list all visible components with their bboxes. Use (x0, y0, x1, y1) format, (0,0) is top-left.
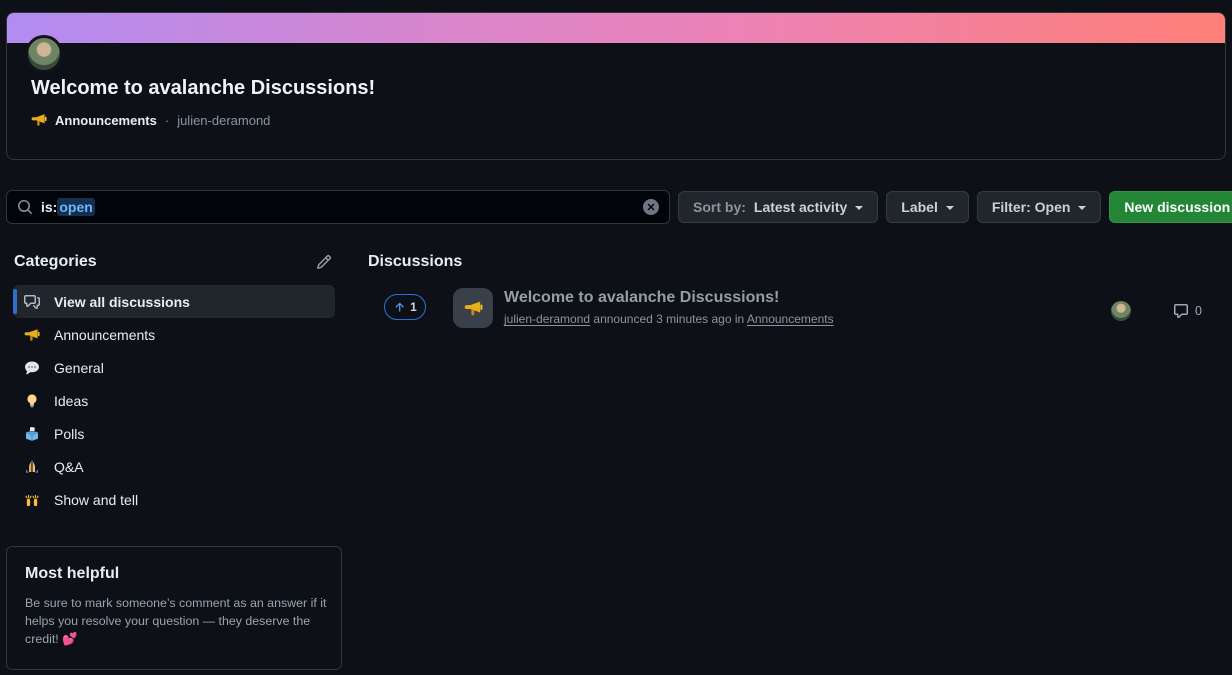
folded-hands-icon (23, 459, 41, 475)
sort-by-dropdown[interactable]: Sort by: Latest activity (678, 191, 878, 223)
comment-count[interactable]: 0 (1173, 303, 1202, 319)
edit-categories-button[interactable] (316, 254, 332, 270)
sidebar-item-label: View all discussions (54, 294, 190, 310)
categories-sidebar: Categories View all discussions Announce… (6, 248, 342, 516)
arrow-up-icon (393, 301, 406, 314)
comment-icon (1173, 303, 1189, 319)
sort-by-prefix: Sort by: (693, 199, 746, 215)
banner-meta: Announcements · julien-deramond (31, 112, 270, 128)
chevron-down-icon (855, 206, 863, 210)
upvote-count: 1 (410, 300, 417, 314)
sidebar-item-polls[interactable]: Polls (13, 417, 335, 450)
most-helpful-card: Most helpful Be sure to mark someone’s c… (6, 546, 342, 670)
sidebar-item-ideas[interactable]: Ideas (13, 384, 335, 417)
discussion-category-link[interactable]: Announcements (747, 312, 834, 326)
banner-gradient (7, 13, 1225, 43)
sidebar-item-announcements[interactable]: Announcements (13, 318, 335, 351)
discussions-page: Welcome to avalanche Discussions! Announ… (0, 0, 1232, 675)
chevron-down-icon (1078, 206, 1086, 210)
clear-search-button[interactable] (643, 199, 659, 215)
discussion-author-link[interactable]: julien-deramond (504, 312, 590, 326)
sidebar-item-label: Polls (54, 426, 84, 442)
ballot-box-icon (23, 426, 41, 442)
author-avatar[interactable] (25, 35, 63, 73)
discussion-text: Welcome to avalanche Discussions! julien… (504, 288, 834, 326)
discussion-meta-text: announced 3 minutes ago in (593, 312, 744, 326)
x-circle-icon (643, 199, 659, 215)
discussions-panel: Discussions 1 Welcome to avalanche Discu… (366, 248, 1226, 334)
categories-title: Categories (14, 253, 97, 271)
light-bulb-icon (23, 393, 41, 409)
sidebar-item-show-and-tell[interactable]: Show and tell (13, 483, 335, 516)
new-discussion-label: New discussion (1124, 199, 1230, 215)
comment-discussion-icon (23, 294, 41, 310)
megaphone-icon (23, 327, 41, 343)
sidebar-item-label: General (54, 360, 104, 376)
new-discussion-button[interactable]: New discussion (1109, 191, 1232, 223)
most-helpful-body: Be sure to mark someone’s comment as an … (25, 594, 327, 649)
discussion-meta: julien-deramond announced 3 minutes ago … (504, 312, 834, 326)
search-qualifier: is: (41, 199, 57, 215)
sidebar-item-label: Q&A (54, 459, 84, 475)
search-query-text: is:open (41, 198, 95, 216)
sidebar-item-label: Show and tell (54, 492, 138, 508)
separator-dot: · (165, 113, 169, 128)
sort-by-value: Latest activity (754, 199, 847, 215)
sidebar-item-label: Announcements (54, 327, 155, 343)
filter-button-text: Filter: Open (992, 199, 1071, 215)
welcome-banner-card: Welcome to avalanche Discussions! Announ… (6, 12, 1226, 160)
sidebar-item-label: Ideas (54, 393, 88, 409)
discussion-category-tile[interactable] (453, 288, 493, 328)
comment-count-value: 0 (1195, 304, 1202, 318)
participant-avatar[interactable] (1111, 301, 1131, 321)
sidebar-item-general[interactable]: General (13, 351, 335, 384)
filter-dropdown[interactable]: Filter: Open (977, 191, 1102, 223)
megaphone-icon (464, 299, 483, 318)
banner-author-link[interactable]: julien-deramond (177, 113, 270, 128)
chevron-down-icon (946, 206, 954, 210)
label-dropdown[interactable]: Label (886, 191, 969, 223)
search-token-open: open (57, 198, 94, 216)
search-icon (17, 199, 33, 215)
sidebar-item-qa[interactable]: Q&A (13, 450, 335, 483)
label-button-text: Label (901, 199, 938, 215)
search-input[interactable]: is:open (6, 190, 670, 224)
most-helpful-title: Most helpful (25, 565, 321, 583)
sidebar-item-view-all-discussions[interactable]: View all discussions (13, 285, 335, 318)
discussion-row-right: 0 (1111, 301, 1226, 321)
banner-category-label[interactable]: Announcements (55, 113, 157, 128)
discussion-title-link[interactable]: Welcome to avalanche Discussions! (504, 289, 834, 307)
categories-header: Categories (6, 248, 342, 285)
filter-toolbar: is:open Sort by: Latest activity Label F… (6, 190, 1226, 224)
pencil-icon (316, 254, 332, 270)
speech-balloon-icon (23, 360, 41, 376)
discussion-row[interactable]: 1 Welcome to avalanche Discussions! juli… (366, 288, 1226, 334)
raising-hands-icon (23, 492, 41, 508)
discussions-title: Discussions (366, 248, 1226, 271)
banner-title: Welcome to avalanche Discussions! (31, 77, 375, 100)
upvote-button[interactable]: 1 (384, 294, 426, 320)
megaphone-icon (31, 112, 47, 128)
